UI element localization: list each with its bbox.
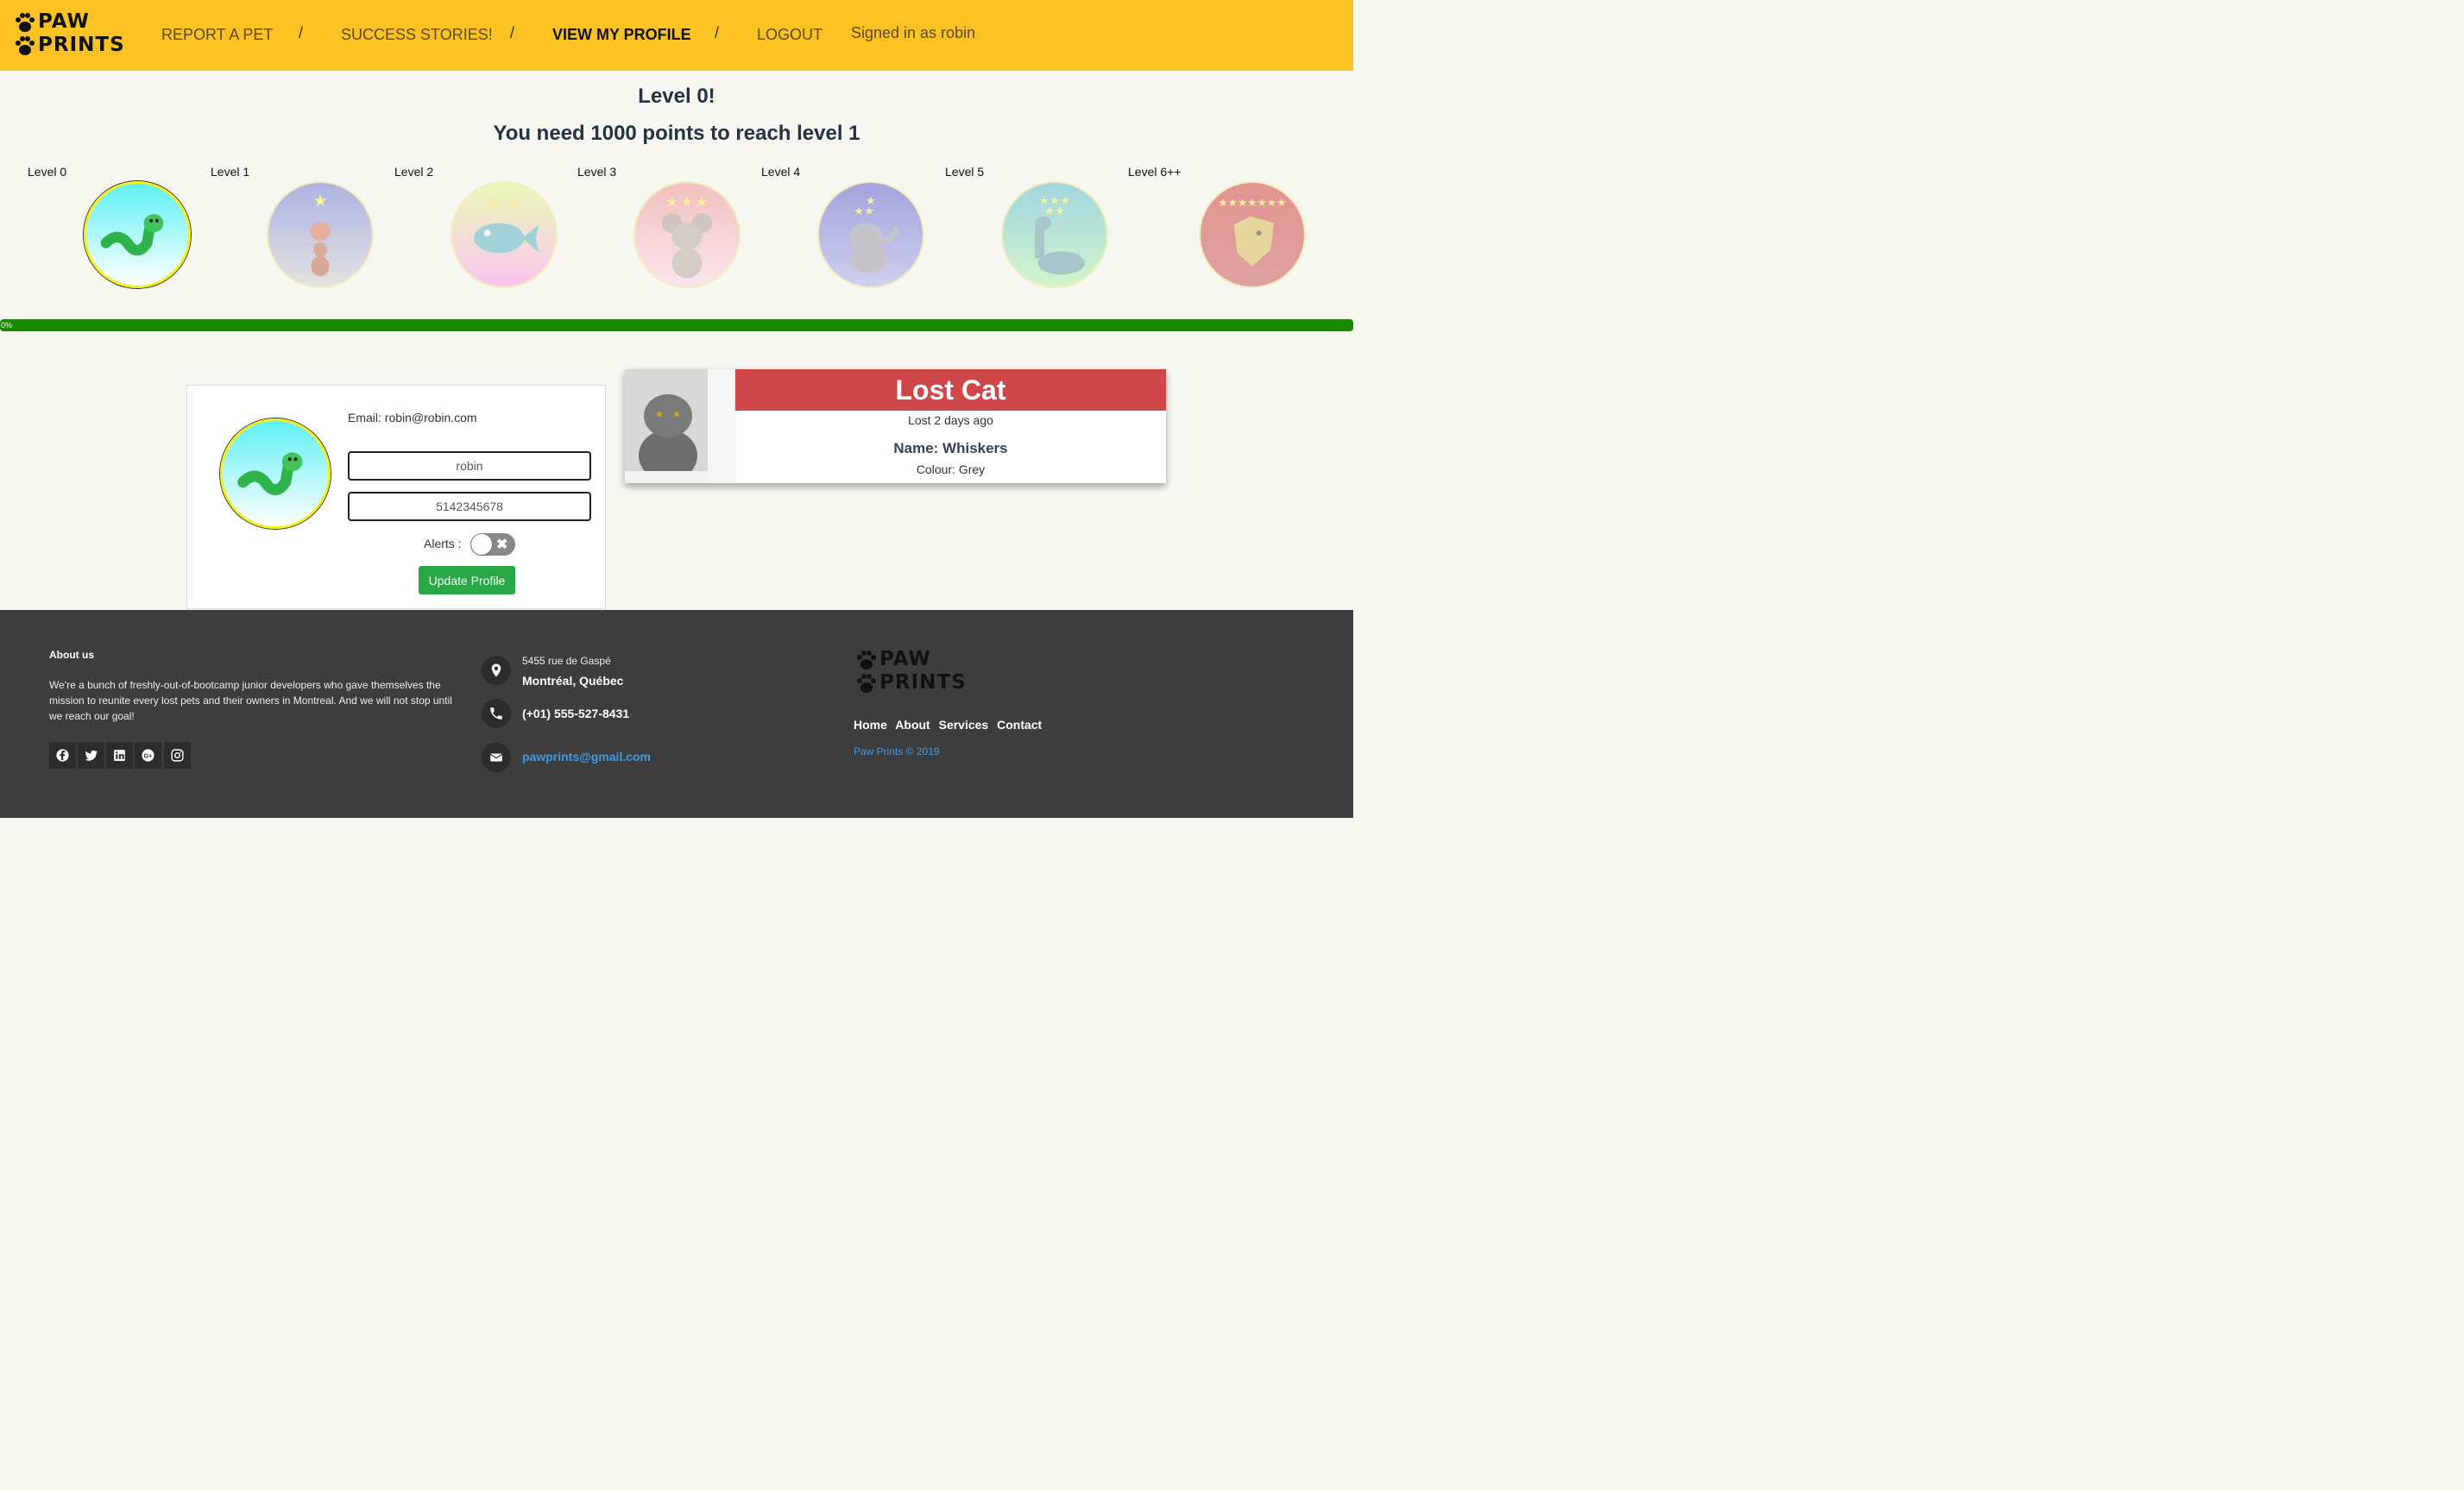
paw-icon (857, 651, 876, 693)
toggle-knob (471, 534, 492, 555)
svg-text:★★: ★★ (1044, 204, 1065, 217)
google-plus-icon[interactable]: G+ (135, 742, 161, 769)
lost-pet-card[interactable]: Lost Cat Lost 2 days ago Name: Whiskers … (625, 369, 1166, 483)
card-divider (708, 369, 735, 483)
alerts-label: Alerts : (424, 537, 462, 550)
svg-text:★: ★ (488, 194, 501, 211)
badge-label: Level 1 (211, 165, 250, 179)
nav-success-stories[interactable]: SUCCESS STORIES! (341, 24, 493, 45)
badge-label: Level 4 (761, 165, 801, 179)
signed-in-text: Signed in as robin (851, 24, 976, 41)
nav-separator: / (715, 24, 720, 41)
elephant-icon: ★ ★★ (819, 183, 923, 286)
badge-label: Level 5 (945, 165, 985, 179)
update-profile-button[interactable]: Update Profile (419, 566, 515, 594)
ant-icon: ★ (268, 183, 372, 286)
about-text: We're a bunch of freshly-out-of-bootcamp… (49, 679, 452, 722)
footer-link-home[interactable]: Home (854, 718, 887, 732)
footer-phone: (+01) 555-527-8431 (522, 707, 630, 720)
badge-label: Level 3 (577, 165, 617, 179)
fish-icon: ★ ★ (452, 183, 556, 286)
footer-link-contact[interactable]: Contact (997, 718, 1042, 732)
linkedin-icon[interactable] (106, 742, 133, 769)
logo-text: PAW PRINTS (38, 10, 125, 56)
location-pin-icon (482, 656, 511, 685)
dinosaur-icon: ★★★ ★★ (1003, 183, 1106, 286)
svg-text:★: ★ (696, 195, 708, 210)
nav-logout[interactable]: LOGOUT (757, 24, 822, 45)
badge-level-1: ★ (267, 181, 374, 288)
footer-logo-text: PAW PRINTS (879, 648, 967, 694)
badge-level-2: ★ ★ (451, 181, 558, 288)
worm-icon (86, 184, 188, 286)
lost-time: Lost 2 days ago (908, 413, 993, 427)
username-field[interactable] (348, 451, 591, 481)
nav-view-profile[interactable]: VIEW MY PROFILE (552, 24, 691, 45)
badge-level-0 (84, 181, 191, 288)
svg-text:★: ★ (312, 192, 327, 211)
footer-link-services[interactable]: Services (939, 718, 989, 732)
avatar (220, 418, 331, 529)
badge-level-4: ★ ★★ (817, 181, 924, 288)
twitter-icon[interactable] (78, 742, 104, 769)
cat-photo-image (625, 369, 708, 483)
worm-icon (223, 421, 328, 526)
nav-separator: / (510, 24, 515, 41)
paw-icon (16, 13, 35, 55)
about-title: About us (49, 649, 94, 661)
top-navbar: PAW PRINTS REPORT A PET / SUCCESS STORIES… (0, 0, 1353, 71)
level-title: Level 0! (638, 85, 715, 108)
address-city: Montréal, Québec (522, 674, 624, 688)
badge-label: Level 2 (394, 165, 434, 179)
close-icon: ✖ (496, 538, 508, 552)
badge-label: Level 0 (28, 165, 67, 179)
lost-status-banner: Lost Cat (735, 369, 1166, 411)
svg-text:★★★★★★★: ★★★★★★★ (1219, 197, 1287, 209)
footer-links: Home About Services Contact (854, 718, 1047, 732)
envelope-icon (482, 743, 511, 772)
phone-icon (482, 699, 511, 728)
pet-name: Name: Whiskers (893, 440, 1008, 456)
instagram-icon[interactable] (164, 742, 191, 769)
facebook-icon[interactable] (49, 742, 76, 769)
level-progress-bar: 0% (0, 319, 1353, 331)
profile-email: Email: robin@robin.com (348, 411, 477, 424)
svg-text:★★: ★★ (854, 204, 874, 217)
svg-text:G+: G+ (144, 752, 153, 759)
svg-text:★: ★ (507, 194, 521, 211)
pet-colour: Colour: Grey (916, 462, 986, 476)
svg-text:★: ★ (666, 195, 678, 210)
mouse-icon: ★ ★ ★ (635, 183, 739, 286)
copyright: Paw Prints © 2019 (854, 745, 940, 758)
cat-photo (625, 369, 708, 483)
svg-text:★: ★ (681, 195, 693, 210)
nav-separator: / (299, 24, 304, 41)
badge-level-5: ★★★ ★★ (1001, 181, 1108, 288)
address-street: 5455 rue de Gaspé (522, 655, 611, 667)
phone-field[interactable] (348, 492, 591, 521)
footer-logo: PAW PRINTS (855, 648, 966, 696)
badge-level-6: ★★★★★★★ (1199, 181, 1306, 288)
badge-level-3: ★ ★ ★ (633, 181, 740, 288)
progress-label: 0% (1, 321, 13, 330)
footer-email-link[interactable]: pawprints@gmail.com (522, 750, 651, 764)
paw-prints-logo[interactable]: PAW PRINTS (14, 10, 124, 59)
profile-card: Email: robin@robin.com Alerts : ✖ Update… (186, 385, 606, 609)
dragon-icon: ★★★★★★★ (1200, 183, 1304, 286)
level-subtitle: You need 1000 points to reach level 1 (493, 122, 860, 145)
badge-label: Level 6++ (1128, 165, 1182, 179)
footer: About us We're a bunch of freshly-out-of… (0, 610, 1353, 818)
alerts-toggle[interactable]: ✖ (470, 533, 515, 556)
nav-report-pet[interactable]: REPORT A PET (161, 24, 273, 45)
footer-link-about[interactable]: About (895, 718, 930, 732)
